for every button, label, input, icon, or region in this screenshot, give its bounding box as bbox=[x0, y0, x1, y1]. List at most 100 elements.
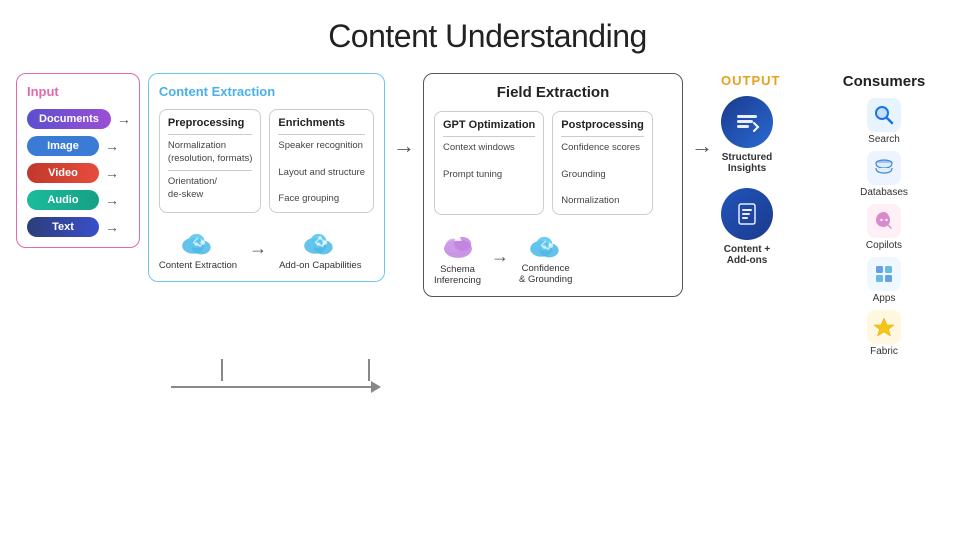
content-extraction-title: Content Extraction bbox=[159, 84, 374, 99]
text-pill: Text bbox=[27, 217, 99, 237]
input-section: Input Documents → Image → Video → Audio … bbox=[16, 73, 140, 248]
fabric-label: Fabric bbox=[870, 346, 898, 357]
preprocessing-text: Normalization(resolution, formats) bbox=[168, 139, 252, 166]
content-extraction-section: Content Extraction Preprocessing Normali… bbox=[148, 73, 385, 282]
gpt-text: Context windowsPrompt tuning bbox=[443, 141, 535, 181]
postprocessing-card: Postprocessing Confidence scoresGroundin… bbox=[552, 111, 653, 215]
apps-consumer: Apps bbox=[867, 257, 901, 304]
cloud-icon bbox=[301, 225, 339, 257]
addon-capabilities-cloud: Add-on Capabilities bbox=[279, 225, 361, 271]
schema-label: SchemaInferencing bbox=[434, 264, 481, 286]
arrow-icon: → bbox=[105, 219, 119, 235]
field-boxes: GPT Optimization Context windowsPrompt t… bbox=[434, 111, 672, 215]
gpt-title: GPT Optimization bbox=[443, 119, 535, 131]
arrow-icon: → bbox=[117, 111, 131, 127]
content-extraction-cloud: Content Extraction bbox=[159, 225, 237, 271]
output-section: OUTPUT StructuredInsights bbox=[721, 73, 831, 266]
postprocessing-title: Postprocessing bbox=[561, 119, 644, 131]
timeline-line bbox=[171, 386, 371, 388]
consumers-title: Consumers bbox=[843, 73, 926, 90]
arrow-icon: → bbox=[691, 133, 713, 159]
extraction-boxes: Preprocessing Normalization(resolution, … bbox=[159, 109, 374, 213]
arrow-icon: → bbox=[105, 138, 119, 154]
search-svg-icon bbox=[872, 103, 896, 127]
content-addons-label: Content +Add-ons bbox=[724, 244, 770, 266]
apps-label: Apps bbox=[873, 293, 896, 304]
copilots-svg-icon bbox=[872, 209, 896, 233]
input-items: Documents → Image → Video → Audio → Text… bbox=[27, 109, 131, 237]
databases-label: Databases bbox=[860, 187, 908, 198]
fabric-consumer: Fabric bbox=[867, 310, 901, 357]
timeline-vert2 bbox=[368, 359, 370, 381]
structured-insights-item: StructuredInsights bbox=[721, 96, 773, 174]
databases-icon bbox=[867, 151, 901, 185]
confidence-cloud-icon bbox=[527, 228, 565, 260]
databases-consumer: Databases bbox=[860, 151, 908, 198]
preprocessing-text2: Orientation/de-skew bbox=[168, 175, 252, 202]
insights-icon bbox=[732, 107, 762, 137]
consumers-section: Consumers Search bbox=[839, 73, 929, 357]
apps-icon bbox=[867, 257, 901, 291]
gpt-card: GPT Optimization Context windowsPrompt t… bbox=[434, 111, 544, 215]
section-arrow2: → bbox=[691, 73, 713, 159]
preprocessing-card: Preprocessing Normalization(resolution, … bbox=[159, 109, 261, 213]
input-section-title: Input bbox=[27, 84, 131, 99]
field-cloud-row: SchemaInferencing → Confidence& Groundin… bbox=[434, 227, 672, 286]
list-item: Documents → bbox=[27, 109, 131, 129]
enrichments-card: Enrichments Speaker recognitionLayout an… bbox=[269, 109, 374, 213]
fabric-svg-icon bbox=[872, 315, 896, 339]
content-addons-icon bbox=[721, 188, 773, 240]
cloud-label-addon: Add-on Capabilities bbox=[279, 260, 361, 271]
page-title: Content Understanding bbox=[328, 18, 647, 55]
cloud-label-extraction: Content Extraction bbox=[159, 260, 237, 271]
list-item: Audio → bbox=[27, 190, 131, 210]
video-pill: Video bbox=[27, 163, 99, 183]
confidence-label: Confidence& Grounding bbox=[519, 263, 572, 285]
arrow-icon: → bbox=[393, 133, 415, 159]
content-icon bbox=[732, 199, 762, 229]
output-section-title: OUTPUT bbox=[721, 73, 780, 88]
search-consumer: Search bbox=[867, 98, 901, 145]
cloud-row: Content Extraction → A bbox=[159, 225, 374, 271]
structured-insights-icon bbox=[721, 96, 773, 148]
list-item: Image → bbox=[27, 136, 131, 156]
main-diagram: Input Documents → Image → Video → Audio … bbox=[16, 73, 959, 357]
structured-insights-label: StructuredInsights bbox=[722, 152, 773, 174]
preprocessing-title: Preprocessing bbox=[168, 117, 252, 129]
image-pill: Image bbox=[27, 136, 99, 156]
search-icon bbox=[867, 98, 901, 132]
list-item: Text → bbox=[27, 217, 131, 237]
timeline-horiz bbox=[171, 381, 381, 393]
arrow-icon: → bbox=[249, 238, 267, 259]
copilots-consumer: Copilots bbox=[866, 204, 902, 251]
audio-pill: Audio bbox=[27, 190, 99, 210]
arrow-icon: → bbox=[105, 192, 119, 208]
enrichments-text: Speaker recognitionLayout and structureF… bbox=[278, 139, 365, 205]
consumer-items: Search Databases bbox=[860, 98, 908, 357]
fabric-icon bbox=[867, 310, 901, 344]
timeline-vert1 bbox=[221, 359, 223, 381]
confidence-grounding-cloud: Confidence& Grounding bbox=[519, 228, 572, 285]
cloud-icon bbox=[179, 225, 217, 257]
schema-cloud-icon bbox=[439, 227, 477, 261]
arrow-icon: → bbox=[105, 165, 119, 181]
section-arrow: → bbox=[393, 73, 415, 159]
list-item: Video → bbox=[27, 163, 131, 183]
output-items: StructuredInsights Content +Add-ons bbox=[721, 96, 773, 266]
field-extraction-title: Field Extraction bbox=[434, 84, 672, 101]
field-extraction-section: Field Extraction GPT Optimization Contex… bbox=[423, 73, 683, 297]
copilots-icon bbox=[867, 204, 901, 238]
timeline-arrow bbox=[371, 381, 381, 393]
documents-pill: Documents bbox=[27, 109, 111, 129]
copilots-label: Copilots bbox=[866, 240, 902, 251]
arrow-icon: → bbox=[491, 246, 509, 267]
databases-svg-icon bbox=[872, 156, 896, 180]
timeline-row bbox=[171, 359, 370, 381]
enrichments-title: Enrichments bbox=[278, 117, 365, 129]
search-label: Search bbox=[868, 134, 900, 145]
schema-inferencing-cloud: SchemaInferencing bbox=[434, 227, 481, 286]
content-addons-item: Content +Add-ons bbox=[721, 188, 773, 266]
apps-svg-icon bbox=[872, 262, 896, 286]
timeline-area bbox=[16, 359, 959, 393]
postprocessing-text: Confidence scoresGroundingNormalization bbox=[561, 141, 644, 207]
